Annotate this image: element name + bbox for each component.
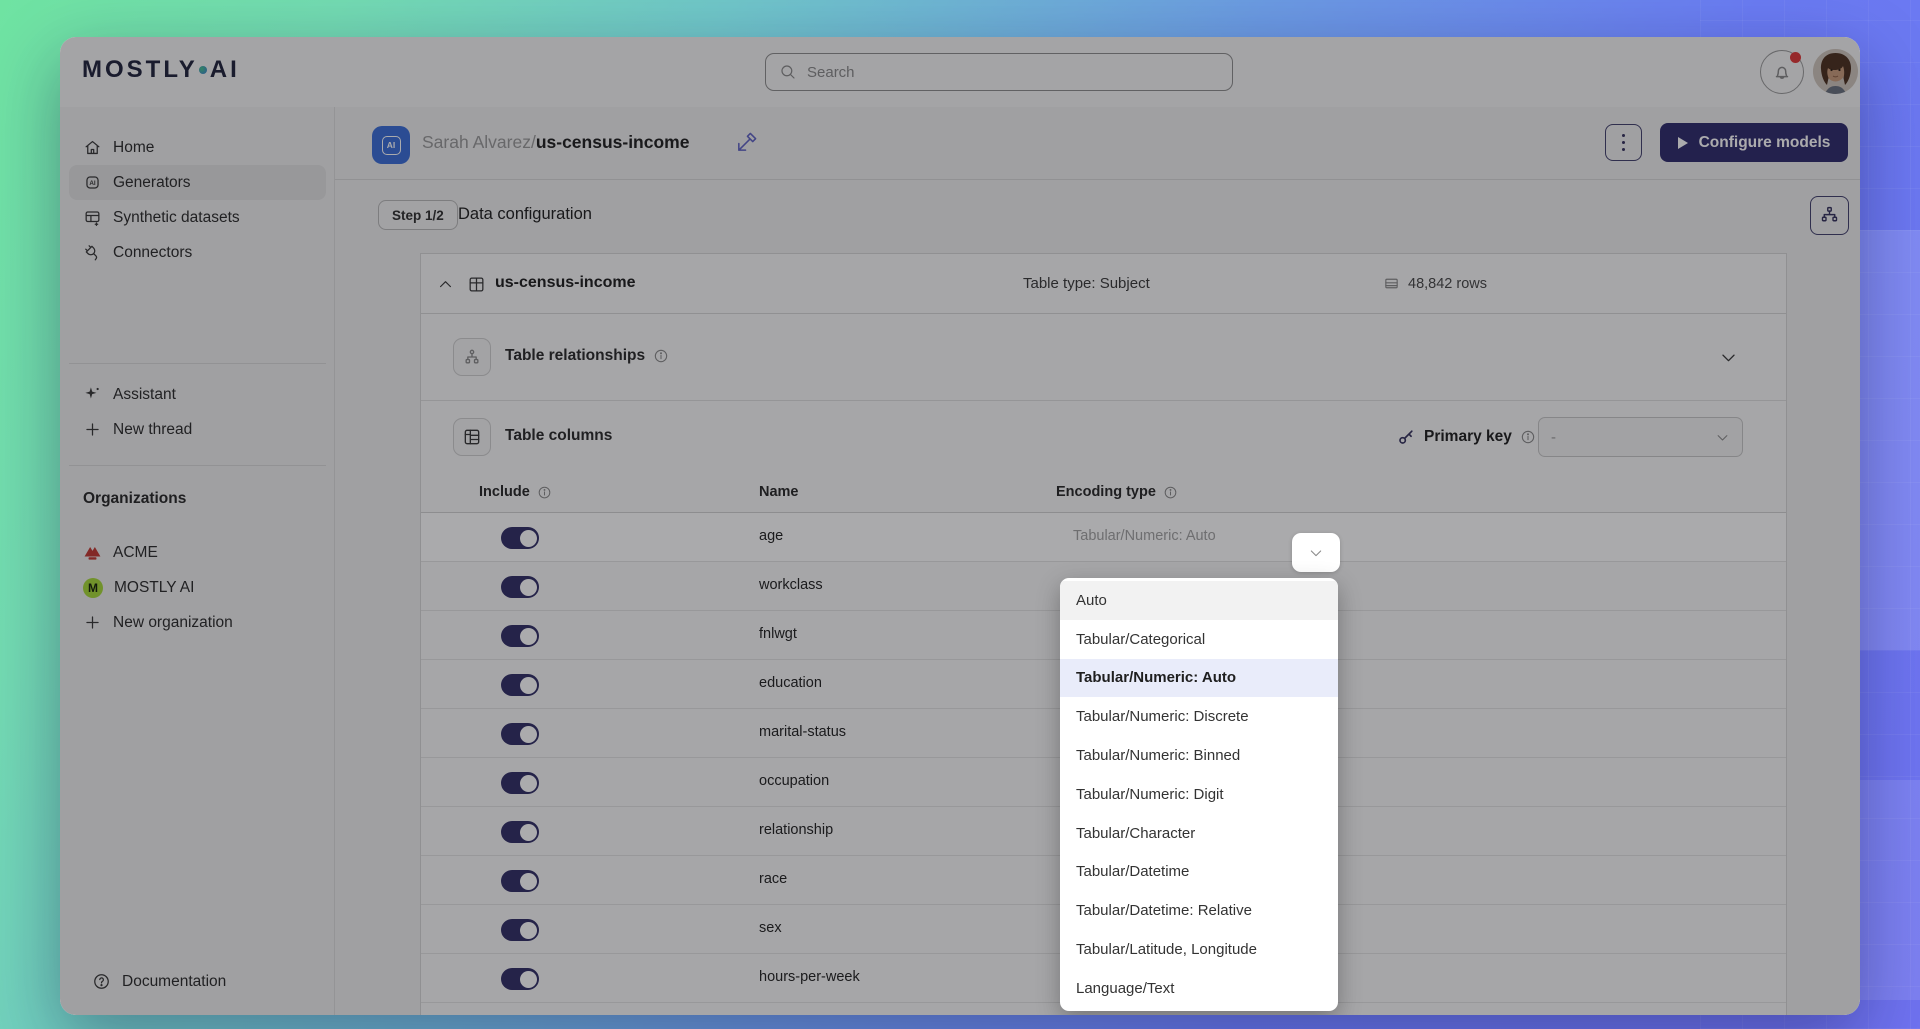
page: MOSTLYAI xyxy=(0,0,1920,1029)
dropdown-option[interactable]: Tabular/Numeric: Binned xyxy=(1060,736,1338,775)
dropdown-option[interactable]: Tabular/Datetime xyxy=(1060,853,1338,892)
dropdown-option[interactable]: Tabular/Numeric: Discrete xyxy=(1060,697,1338,736)
dropdown-option[interactable]: Tabular/Datetime: Relative xyxy=(1060,891,1338,930)
dropdown-option[interactable]: Tabular/Latitude, Longitude xyxy=(1060,930,1338,969)
dropdown-dim-overlay xyxy=(60,37,1860,1015)
dropdown-option[interactable]: Tabular/Categorical xyxy=(1060,620,1338,659)
dropdown-option[interactable]: Language/Text xyxy=(1060,969,1338,1008)
app-window: MOSTLYAI xyxy=(60,37,1860,1015)
dropdown-option[interactable]: Tabular/Numeric: Auto xyxy=(1060,659,1338,698)
dropdown-option[interactable]: Tabular/Numeric: Digit xyxy=(1060,775,1338,814)
chevron-down-icon xyxy=(1308,545,1324,561)
dropdown-option[interactable]: Auto xyxy=(1060,581,1338,620)
encoding-type-dropdown: AutoTabular/CategoricalTabular/Numeric: … xyxy=(1060,578,1338,1011)
dropdown-option[interactable]: Tabular/Character xyxy=(1060,814,1338,853)
encoding-select-trigger[interactable] xyxy=(1292,533,1340,572)
